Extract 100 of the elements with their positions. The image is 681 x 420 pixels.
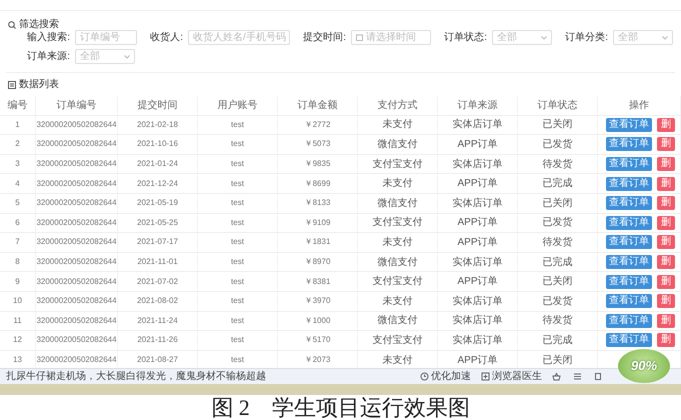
table-cell: 实体店订单 xyxy=(438,116,518,134)
field-label: 订单来源: xyxy=(26,50,70,64)
table-cell: ￥8970 xyxy=(278,252,358,272)
table-cell: 2021-11-01 xyxy=(118,252,198,272)
input-field[interactable]: 全部 xyxy=(613,30,673,45)
table-cell: 4 xyxy=(0,174,36,193)
view-order-button[interactable]: 查看订单 xyxy=(606,157,652,172)
table-cell: test xyxy=(198,331,278,350)
table-cell: 实体店订单 xyxy=(438,292,518,311)
table-cell: 8 xyxy=(0,252,36,272)
doctor-link[interactable]: 浏览器医生 xyxy=(492,369,542,384)
column-header: 提交时间 xyxy=(118,96,198,115)
input-field[interactable]: 订单编号 xyxy=(75,30,137,45)
delete-button[interactable]: 删 xyxy=(657,216,675,230)
column-header: 操作 xyxy=(598,96,681,115)
table-cell: test xyxy=(198,252,278,272)
delete-button[interactable]: 删 xyxy=(657,333,675,348)
table-cell: 7 xyxy=(0,233,36,252)
view-order-button[interactable]: 查看订单 xyxy=(606,255,652,270)
delete-button[interactable]: 删 xyxy=(657,255,675,270)
table-cell: 实体店订单 xyxy=(438,252,518,272)
view-order-button[interactable]: 查看订单 xyxy=(606,216,652,230)
delete-button[interactable]: 删 xyxy=(657,314,675,328)
view-order-button[interactable]: 查看订单 xyxy=(606,137,652,152)
table-cell: 未支付 xyxy=(358,116,438,134)
table-cell: 2021-11-24 xyxy=(118,312,198,330)
table-cell: 2021-05-25 xyxy=(118,214,198,232)
table-cell: 支付宝支付 xyxy=(358,331,438,350)
table-cell: 实体店订单 xyxy=(438,194,518,213)
delete-button[interactable]: 删 xyxy=(657,157,675,172)
delete-button[interactable]: 删 xyxy=(657,176,675,191)
input-field[interactable]: 请选择时间 xyxy=(351,30,431,45)
table-cell: ￥5073 xyxy=(278,135,358,154)
news-headline[interactable]: 扎尿牛仔裙走机场，大长腿白得发光，魔鬼身材不输杨超越 xyxy=(6,369,266,384)
field-label: 订单分类: xyxy=(564,30,608,45)
view-order-button[interactable]: 查看订单 xyxy=(606,274,652,289)
input-field[interactable]: 收货人姓名/手机号码 xyxy=(188,30,290,45)
table-cell: 未支付 xyxy=(358,233,438,252)
table-cell: ￥1831 xyxy=(278,233,358,252)
speed-link[interactable]: 优化加速 xyxy=(431,369,471,384)
figure-caption: 图 2 学生项目运行效果图 xyxy=(210,397,471,419)
table-cell: test xyxy=(198,272,278,291)
table-cell: ￥9109 xyxy=(278,214,358,232)
field-label: 输入搜索: xyxy=(26,30,70,45)
view-order-button[interactable]: 查看订单 xyxy=(606,294,652,308)
delete-button[interactable]: 删 xyxy=(657,274,675,289)
view-order-button[interactable]: 查看订单 xyxy=(606,176,652,191)
table-cell: APP订单 xyxy=(438,135,518,154)
section-title: 筛选搜索 xyxy=(19,18,59,32)
table-cell: test xyxy=(198,233,278,252)
table-cell: test xyxy=(198,194,278,213)
view-order-button[interactable]: 查看订单 xyxy=(606,314,652,328)
table-cell: 2021-02-18 xyxy=(118,116,198,134)
table-cell: APP订单 xyxy=(438,174,518,193)
table-cell: 320000200502082644 xyxy=(36,116,118,134)
table-cell: 320000200502082644 xyxy=(36,272,118,291)
table-cell: ￥8699 xyxy=(278,174,358,193)
column-header: 编号 xyxy=(0,96,36,115)
table-cell: 2021-08-02 xyxy=(118,292,198,311)
delete-button[interactable]: 删 xyxy=(657,137,675,152)
view-order-button[interactable]: 查看订单 xyxy=(606,235,652,250)
table-cell: 已完成 xyxy=(518,174,598,193)
table-cell: 已发货 xyxy=(518,135,598,154)
delete-button[interactable]: 删 xyxy=(657,118,675,132)
table-cell: APP订单 xyxy=(438,272,518,291)
table-cell: 已关闭 xyxy=(518,116,598,134)
table-cell: test xyxy=(198,116,278,134)
delete-button[interactable]: 删 xyxy=(657,294,675,308)
field-label: 订单状态: xyxy=(443,30,487,45)
delete-button[interactable]: 删 xyxy=(657,196,675,210)
table-cell: 1 xyxy=(0,116,36,134)
table-cell: 支付宝支付 xyxy=(358,214,438,232)
table-cell: 实体店订单 xyxy=(438,331,518,350)
field-label: 收货人: xyxy=(149,31,183,45)
table-cell: APP订单 xyxy=(438,233,518,252)
table-cell: 实体店订单 xyxy=(438,154,518,174)
input-field[interactable]: 全部 xyxy=(492,30,552,45)
table-cell: 已关闭 xyxy=(518,194,598,213)
table-cell: 320000200502082644 xyxy=(36,252,118,272)
table-cell: ￥8133 xyxy=(278,194,358,213)
table-cell: 微信支付 xyxy=(358,252,438,272)
table-cell: ￥5170 xyxy=(278,331,358,350)
table-cell: 320000200502082644 xyxy=(36,292,118,311)
column-header: 支付方式 xyxy=(358,96,438,115)
view-order-button[interactable]: 查看订单 xyxy=(606,333,652,348)
table-cell: 支付宝支付 xyxy=(358,154,438,174)
table-cell: 12 xyxy=(0,331,36,350)
input-field[interactable]: 全部 xyxy=(75,49,135,64)
view-order-button[interactable]: 查看订单 xyxy=(606,196,652,210)
table-cell: 待发货 xyxy=(518,312,598,330)
table-cell: 已发货 xyxy=(518,292,598,311)
column-header: 订单状态 xyxy=(518,96,598,115)
delete-button[interactable]: 删 xyxy=(657,235,675,250)
view-order-button[interactable]: 查看订单 xyxy=(606,118,652,132)
table-cell: 待发货 xyxy=(518,154,598,174)
table-cell: 2021-01-24 xyxy=(118,154,198,174)
table-cell: test xyxy=(198,174,278,193)
table-cell: 微信支付 xyxy=(358,312,438,330)
table-cell: 5 xyxy=(0,194,36,213)
table-cell: APP订单 xyxy=(438,214,518,232)
